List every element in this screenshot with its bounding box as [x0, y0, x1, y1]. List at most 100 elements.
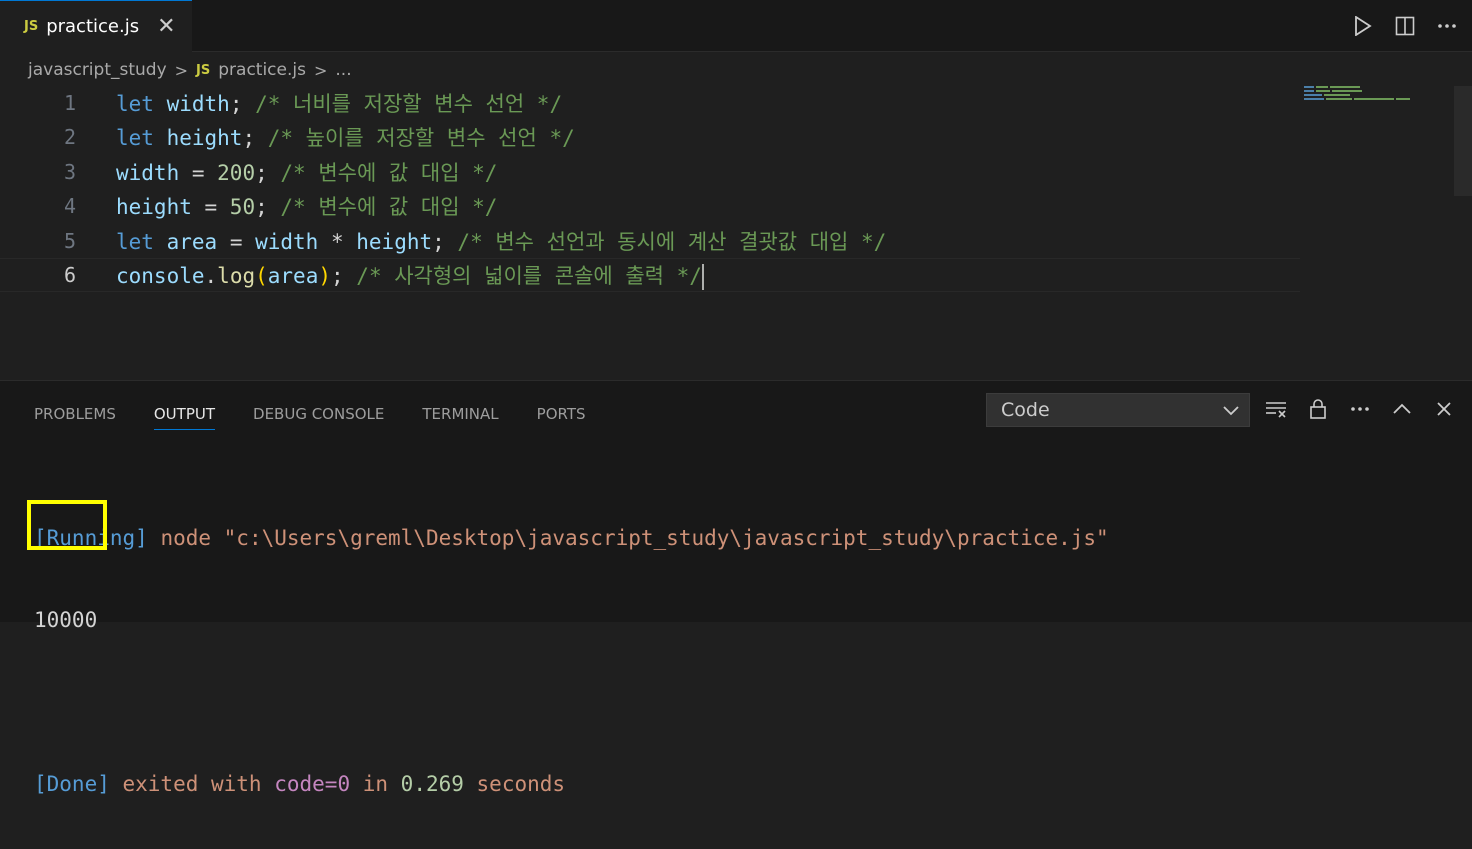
clear-output-icon[interactable]	[1262, 395, 1290, 423]
code-token: /* 사각형의 넓이를 콘솔에 출력 */	[356, 264, 702, 288]
code-line[interactable]: 5 let area = width * height; /* 변수 선언과 동시…	[0, 224, 1300, 258]
elapsed-seconds: 0.269	[400, 772, 464, 796]
code-token: height	[166, 126, 243, 151]
code-token: ;	[432, 229, 458, 254]
chevron-right-icon: >	[174, 60, 189, 80]
code-token: /* 변수에 값 대입 */	[280, 195, 498, 220]
program-result: 10000	[34, 608, 98, 632]
close-panel-icon[interactable]	[1430, 395, 1458, 423]
maximize-panel-icon[interactable]	[1388, 395, 1416, 423]
more-actions-icon[interactable]	[1346, 395, 1374, 423]
code-line[interactable]: 1 let width; /* 너비를 저장할 변수 선언 */	[0, 86, 1300, 120]
code-text: width = 200; /* 변수에 값 대입 */	[116, 157, 497, 187]
code-token: /* 변수 선언과 동시에 계산 결괏값 대입 */	[457, 229, 887, 254]
editor-scrollbar[interactable]	[1454, 86, 1472, 196]
breadcrumb-file[interactable]: practice.js	[218, 60, 306, 80]
code-token: ;	[255, 160, 281, 185]
editor-actions	[1352, 0, 1458, 52]
lock-icon[interactable]	[1304, 395, 1332, 423]
tab-label: practice.js	[46, 16, 140, 37]
code-token: 200	[217, 160, 256, 185]
line-number: 2	[63, 125, 76, 150]
code-text: let width; /* 너비를 저장할 변수 선언 */	[116, 88, 562, 118]
code-token: width	[116, 160, 180, 185]
javascript-file-icon: JS	[24, 19, 39, 34]
line-number: 3	[63, 159, 76, 184]
code-token: width	[255, 229, 319, 254]
text-cursor	[701, 264, 704, 290]
code-token: let	[116, 92, 154, 116]
code-token: ;	[255, 195, 281, 220]
tab-output[interactable]: OUTPUT	[153, 399, 216, 430]
code-text: let area = width * height; /* 변수 선언과 동시에…	[116, 226, 886, 256]
output-channel-select[interactable]: Code	[986, 393, 1250, 427]
panel-tabs: PROBLEMS OUTPUT DEBUG CONSOLE TERMINAL P…	[34, 399, 586, 430]
output-blank-line	[34, 685, 1109, 719]
line-number: 5	[63, 228, 76, 253]
code-token: console	[116, 264, 205, 288]
tab-problems[interactable]: PROBLEMS	[34, 399, 116, 429]
tab-practice-js[interactable]: JS practice.js ✕	[0, 0, 192, 52]
code-token: (	[255, 264, 268, 288]
code-line[interactable]: 2 let height; /* 높이를 저장할 변수 선언 */	[0, 120, 1300, 154]
code-token: height	[356, 229, 433, 254]
split-editor-icon[interactable]	[1394, 15, 1416, 37]
code-token: ;	[229, 92, 256, 116]
output-channel-value: Code	[1001, 399, 1050, 421]
code-text: let height; /* 높이를 저장할 변수 선언 */	[116, 122, 575, 152]
panel-actions	[1262, 395, 1458, 423]
line-number: 1	[63, 91, 76, 115]
more-actions-icon[interactable]	[1436, 15, 1458, 37]
result-highlight-box	[27, 500, 107, 550]
editor-tab-bar: JS practice.js ✕	[0, 0, 1472, 52]
line-number: 4	[63, 194, 76, 219]
code-line[interactable]: 6 console.log(area); /* 사각형의 넓이를 콘솔에 출력 *…	[0, 258, 1300, 292]
code-token: /* 너비를 저장할 변수 선언 */	[255, 92, 563, 116]
code-token: width	[166, 92, 230, 116]
seconds-label: seconds	[463, 772, 566, 796]
code-line[interactable]: 3 width = 200; /* 변수에 값 대입 */	[0, 155, 1300, 189]
code-token: ;	[242, 126, 268, 151]
tab-terminal[interactable]: TERMINAL	[422, 399, 498, 429]
code-token: =	[179, 160, 218, 185]
code-token: let	[116, 229, 154, 254]
javascript-file-icon: JS	[196, 62, 211, 78]
run-icon[interactable]	[1352, 15, 1374, 37]
code-token: ;	[331, 264, 357, 288]
done-in-text: in	[350, 772, 401, 796]
code-token: )	[318, 264, 331, 288]
code-token: 50	[229, 195, 256, 220]
close-icon[interactable]: ✕	[157, 15, 175, 38]
code-text: height = 50; /* 변수에 값 대입 */	[116, 191, 497, 221]
code-token: area	[267, 264, 319, 288]
done-tag: [Done]	[34, 772, 110, 796]
minimap[interactable]	[1304, 86, 1414, 106]
code-token: let	[116, 126, 154, 151]
tab-ports[interactable]: PORTS	[537, 399, 586, 429]
breadcrumb-folder[interactable]: javascript_study	[28, 60, 167, 80]
code-token: =	[217, 229, 256, 254]
done-text: exited with	[109, 772, 275, 796]
breadcrumb: javascript_study > JS practice.js > ...	[28, 58, 352, 82]
running-command: node "c:\Users\greml\Desktop\javascript_…	[147, 526, 1109, 550]
output-log: [Running] node "c:\Users\greml\Desktop\j…	[34, 473, 1109, 849]
code-token: *	[318, 229, 357, 254]
output-result-line: 10000	[34, 603, 1109, 637]
chevron-down-icon	[1223, 399, 1239, 421]
output-done-line: [Done] exited with code=0 in 0.269 secon…	[34, 767, 1109, 801]
code-token: height	[116, 195, 192, 220]
output-running-line: [Running] node "c:\Users\greml\Desktop\j…	[34, 521, 1109, 555]
code-token: .	[204, 264, 218, 288]
exit-code: code=0	[274, 772, 351, 796]
code-text: console.log(area); /* 사각형의 넓이를 콘솔에 출력 */	[116, 260, 704, 290]
code-line[interactable]: 4 height = 50; /* 변수에 값 대입 */	[0, 189, 1300, 223]
tab-debug-console[interactable]: DEBUG CONSOLE	[253, 399, 384, 429]
code-token: log	[217, 264, 256, 288]
code-token: /* 높이를 저장할 변수 선언 */	[267, 126, 575, 151]
code-editor[interactable]: 1 let width; /* 너비를 저장할 변수 선언 */ 2 let heig…	[0, 86, 1472, 378]
chevron-right-icon: >	[313, 60, 328, 80]
breadcrumb-symbol[interactable]: ...	[335, 60, 351, 80]
